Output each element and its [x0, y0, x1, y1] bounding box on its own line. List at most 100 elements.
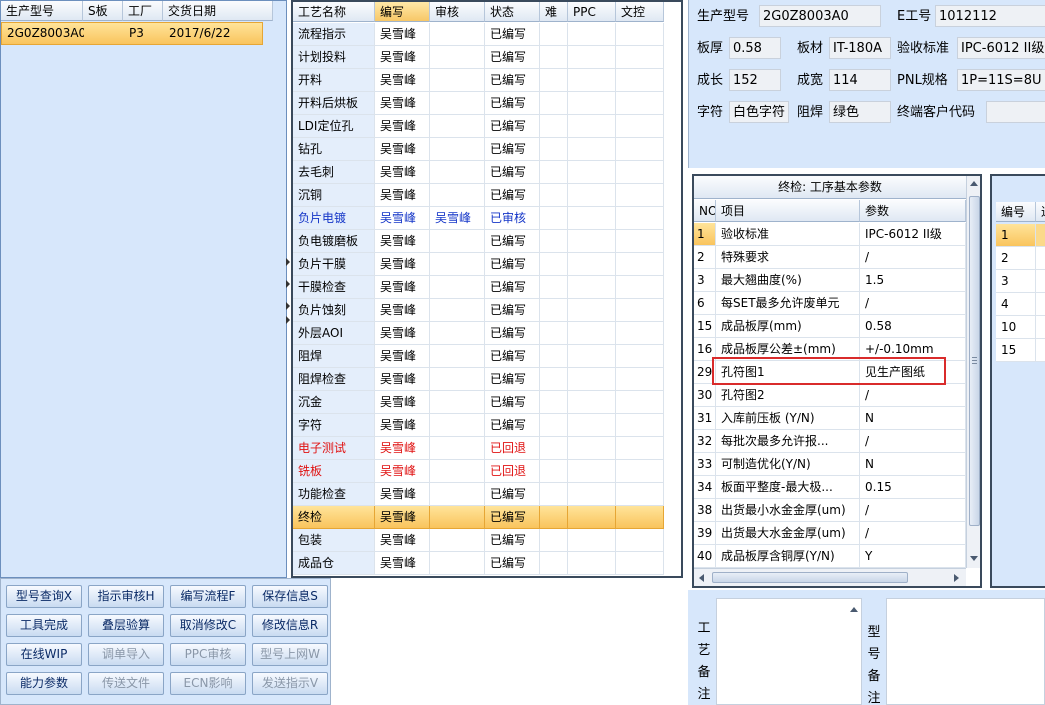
model-remarks-box[interactable]	[886, 598, 1045, 705]
process-list-row[interactable]: 成品仓 吴雪峰 已编写	[293, 552, 681, 575]
action-button[interactable]: 能力参数	[6, 672, 82, 695]
param-row[interactable]: 33 可制造优化(Y/N) N	[694, 453, 966, 476]
process-cell-status: 已编写	[485, 483, 540, 506]
action-button[interactable]: ECN影响	[170, 672, 246, 695]
process-list-row[interactable]: 流程指示 吴雪峰 已编写	[293, 23, 681, 46]
action-button[interactable]: 型号上网W	[252, 643, 328, 666]
process-list-row[interactable]: 去毛刺 吴雪峰 已编写	[293, 161, 681, 184]
param-row[interactable]: 34 板面平整度-最大极... 0.15	[694, 476, 966, 499]
process-cell-empty	[540, 138, 568, 161]
process-list-row[interactable]: 开料 吴雪峰 已编写	[293, 69, 681, 92]
process-list-row[interactable]: 外层AOI 吴雪峰 已编写	[293, 322, 681, 345]
scroll-left-icon[interactable]	[699, 574, 704, 582]
process-list-row[interactable]: 负电镀磨板 吴雪峰 已编写	[293, 230, 681, 253]
action-button[interactable]: 指示审核H	[88, 585, 164, 608]
process-cell-writer: 吴雪峰	[375, 414, 430, 437]
process-list-row[interactable]: LDI定位孔 吴雪峰 已编写	[293, 115, 681, 138]
process-list-row[interactable]: 负片干膜 吴雪峰 已编写	[293, 253, 681, 276]
action-button[interactable]: 取消修改C	[170, 614, 246, 637]
process-cell-writer: 吴雪峰	[375, 46, 430, 69]
width-field[interactable]: 114	[829, 69, 891, 91]
process-list-row[interactable]: 计划投料 吴雪峰 已编写	[293, 46, 681, 69]
process-list-row[interactable]: 干膜检查 吴雪峰 已编写	[293, 276, 681, 299]
process-list-row[interactable]: 沉铜 吴雪峰 已编写	[293, 184, 681, 207]
process-cell-empty	[540, 92, 568, 115]
process-cell-reviewer	[430, 115, 485, 138]
material-field[interactable]: IT-180A	[829, 37, 891, 59]
char-field[interactable]: 白色字符	[729, 101, 789, 123]
standard-field[interactable]: IPC-6012 II级	[957, 37, 1045, 59]
param-row[interactable]: 31 入库前压板 (Y/N) N	[694, 407, 966, 430]
right-list-row[interactable]: 4	[996, 293, 1045, 316]
process-list-row[interactable]: 包装 吴雪峰 已编写	[293, 529, 681, 552]
param-row[interactable]: 38 出货最小水金金厚(um) /	[694, 499, 966, 522]
process-cell-empty	[568, 161, 616, 184]
process-cell-status: 已编写	[485, 161, 540, 184]
action-button[interactable]: 工具完成	[6, 614, 82, 637]
process-list-row[interactable]: 字符 吴雪峰 已编写	[293, 414, 681, 437]
scroll-up-icon[interactable]	[850, 607, 858, 612]
param-row[interactable]: 1 验收标准 IPC-6012 II级	[694, 223, 966, 246]
scroll-down-icon[interactable]	[970, 556, 978, 561]
process-list-row[interactable]: 终检 吴雪峰 已编写	[293, 506, 681, 529]
action-button[interactable]: 调单导入	[88, 643, 164, 666]
length-field[interactable]: 152	[729, 69, 781, 91]
scroll-up-icon[interactable]	[970, 181, 978, 186]
param-scroll-thumb[interactable]	[969, 196, 980, 526]
process-list-row[interactable]: 开料后烘板 吴雪峰 已编写	[293, 92, 681, 115]
param-hscroll-thumb[interactable]	[712, 572, 908, 583]
right-list-row[interactable]: 3	[996, 270, 1045, 293]
action-button[interactable]: 叠层验算	[88, 614, 164, 637]
action-button[interactable]: PPC审核	[170, 643, 246, 666]
action-button[interactable]: 修改信息R	[252, 614, 328, 637]
param-row[interactable]: 15 成品板厚(mm) 0.58	[694, 315, 966, 338]
eng-field[interactable]: 1012112	[935, 5, 1045, 27]
solder-field[interactable]: 绿色	[829, 101, 891, 123]
process-cell-empty	[568, 230, 616, 253]
scroll-right-icon[interactable]	[954, 574, 959, 582]
action-button[interactable]: 在线WIP	[6, 643, 82, 666]
right-list-row[interactable]: 15	[996, 339, 1045, 362]
model-list-row[interactable]: 2G0Z8003A0 P3 2017/6/22	[1, 22, 263, 45]
action-button[interactable]: 保存信息S	[252, 585, 328, 608]
process-list-row[interactable]: 负片电镀 吴雪峰 吴雪峰 已审核	[293, 207, 681, 230]
param-row[interactable]: 3 最大翘曲度(%) 1.5	[694, 269, 966, 292]
right-list-row[interactable]: 1	[996, 224, 1045, 247]
pnl-field[interactable]: 1P=11S=8U	[957, 69, 1045, 91]
right-list-body: 1 2 3 4 10 15	[996, 224, 1045, 424]
model-field[interactable]: 2G0Z8003A0	[759, 5, 881, 27]
process-remarks-box[interactable]	[716, 598, 862, 705]
process-list-col-header: 工艺名称	[293, 2, 375, 22]
process-cell-empty	[540, 552, 568, 575]
right-list-row[interactable]: 10	[996, 316, 1045, 339]
action-button[interactable]: 发送指示V	[252, 672, 328, 695]
process-list-row[interactable]: 负片蚀刻 吴雪峰 已编写	[293, 299, 681, 322]
action-button[interactable]: 传送文件	[88, 672, 164, 695]
solder-label: 阻焊	[797, 105, 824, 120]
process-list-row[interactable]: 沉金 吴雪峰 已编写	[293, 391, 681, 414]
model-list-col-header: 生产型号	[1, 1, 83, 21]
process-list-row[interactable]: 电子测试 吴雪峰 已回退	[293, 437, 681, 460]
param-row[interactable]: 40 成品板厚含铜厚(Y/N) Y	[694, 545, 966, 568]
param-row[interactable]: 2 特殊要求 /	[694, 246, 966, 269]
process-list-row[interactable]: 铣板 吴雪峰 已回退	[293, 460, 681, 483]
action-button[interactable]: 型号查询X	[6, 585, 82, 608]
param-horizontal-scrollbar[interactable]	[694, 568, 966, 586]
param-row[interactable]: 32 每批次最多允许报... /	[694, 430, 966, 453]
process-list-row[interactable]: 阻焊 吴雪峰 已编写	[293, 345, 681, 368]
process-list-col-header: 难	[540, 2, 568, 22]
param-row[interactable]: 39 出货最大水金金厚(um) /	[694, 522, 966, 545]
param-vertical-scrollbar[interactable]	[966, 176, 980, 568]
process-cell-reviewer	[430, 69, 485, 92]
process-list-row[interactable]: 阻焊检查 吴雪峰 已编写	[293, 368, 681, 391]
process-list-row[interactable]: 钻孔 吴雪峰 已编写	[293, 138, 681, 161]
thickness-field[interactable]: 0.58	[729, 37, 781, 59]
right-list-row[interactable]: 2	[996, 247, 1045, 270]
param-row[interactable]: 6 每SET最多允许废单元 /	[694, 292, 966, 315]
param-row[interactable]: 30 孔符图2/	[694, 384, 966, 407]
splitter-arrow-icon	[286, 280, 290, 288]
customer-field[interactable]	[986, 101, 1045, 123]
process-list-row[interactable]: 功能检查 吴雪峰 已编写	[293, 483, 681, 506]
param-cell-value: IPC-6012 II级	[860, 223, 966, 246]
action-button[interactable]: 编写流程F	[170, 585, 246, 608]
